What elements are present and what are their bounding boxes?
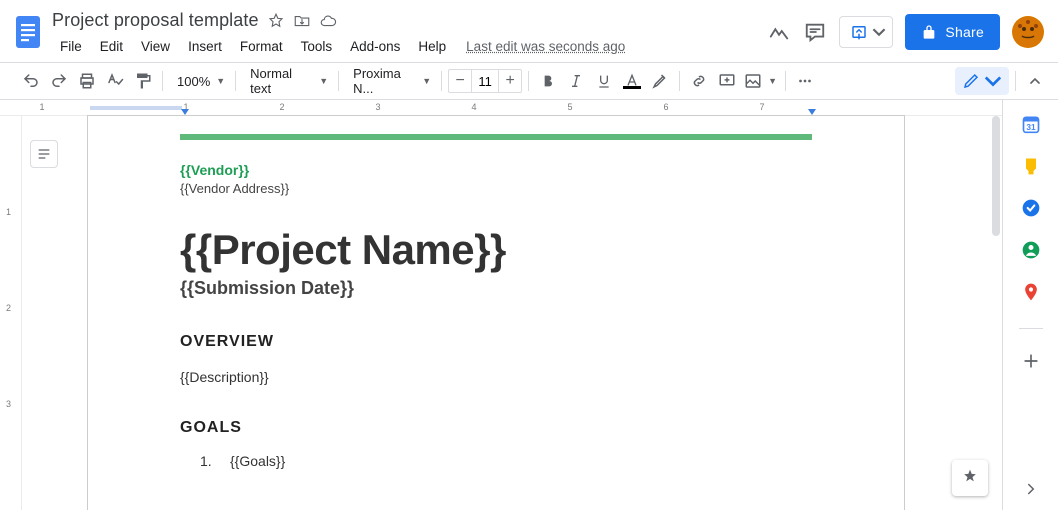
vendor-field[interactable]: {{Vendor}} [180, 162, 812, 178]
goal-field[interactable]: {{Goals}} [230, 453, 285, 469]
toolbar: 100%▼ Normal text▼ Proxima N...▼ − + ▼ [0, 62, 1058, 100]
submission-date-field[interactable]: {{Submission Date}} [180, 278, 812, 299]
ruler-num: 4 [471, 102, 476, 112]
font-size-input[interactable] [471, 70, 499, 92]
menu-tools[interactable]: Tools [293, 35, 341, 58]
menu-format[interactable]: Format [232, 35, 291, 58]
menu-insert[interactable]: Insert [180, 35, 230, 58]
text-color-button[interactable] [619, 73, 645, 89]
side-panel: 31 [1002, 100, 1058, 510]
document-page[interactable]: {{Vendor}} {{Vendor Address}} {{Project … [88, 116, 904, 510]
ruler-num: 5 [567, 102, 572, 112]
style-select[interactable]: Normal text▼ [242, 68, 332, 94]
menu-bar: File Edit View Insert Format Tools Add-o… [48, 31, 767, 62]
zoom-value: 100% [177, 74, 210, 89]
hide-menus-button[interactable] [1022, 68, 1048, 94]
description-field[interactable]: {{Description}} [180, 369, 812, 385]
link-button[interactable] [686, 68, 712, 94]
bold-button[interactable] [535, 68, 561, 94]
menu-file[interactable]: File [52, 35, 90, 58]
goals-heading[interactable]: GOALS [180, 419, 812, 437]
horizontal-ruler[interactable]: 1 1 2 3 4 5 6 7 [0, 100, 1002, 116]
contacts-icon[interactable] [1021, 240, 1041, 260]
ruler-num: 1 [6, 207, 11, 217]
ruler-num: 2 [6, 303, 11, 313]
svg-text:31: 31 [1026, 122, 1036, 132]
font-size-increase[interactable]: + [499, 70, 521, 92]
calendar-icon[interactable]: 31 [1021, 114, 1041, 134]
add-comment-button[interactable] [714, 68, 740, 94]
redo-button[interactable] [46, 68, 72, 94]
underline-button[interactable] [591, 68, 617, 94]
docs-logo[interactable] [8, 12, 48, 52]
goal-number: 1. [200, 453, 216, 469]
ruler-num: 3 [375, 102, 380, 112]
indent-marker[interactable] [181, 109, 189, 115]
spellcheck-button[interactable] [102, 68, 128, 94]
addons-plus-icon[interactable] [1021, 351, 1041, 371]
project-name-field[interactable]: {{Project Name}} [180, 226, 812, 274]
font-value: Proxima N... [353, 66, 416, 96]
move-icon[interactable] [293, 12, 311, 30]
accent-bar [180, 134, 812, 140]
ruler-num: 7 [759, 102, 764, 112]
ruler-num: 6 [663, 102, 668, 112]
menu-help[interactable]: Help [410, 35, 454, 58]
menu-edit[interactable]: Edit [92, 35, 131, 58]
menu-addons[interactable]: Add-ons [342, 35, 408, 58]
star-icon[interactable] [267, 12, 285, 30]
font-size-stepper[interactable]: − + [448, 69, 522, 93]
ruler-num: 1 [39, 102, 44, 112]
more-button[interactable] [792, 68, 818, 94]
activity-icon[interactable] [767, 20, 791, 44]
image-button[interactable]: ▼ [742, 68, 779, 94]
collapse-panel-icon[interactable] [1022, 480, 1040, 498]
app-header: Project proposal template File Edit View… [0, 0, 1058, 62]
style-value: Normal text [250, 66, 313, 96]
paint-format-button[interactable] [130, 68, 156, 94]
font-size-decrease[interactable]: − [449, 70, 471, 92]
tasks-icon[interactable] [1021, 198, 1041, 218]
overview-heading[interactable]: OVERVIEW [180, 333, 812, 351]
right-indent-marker[interactable] [808, 109, 816, 115]
cloud-icon[interactable] [319, 12, 337, 30]
italic-button[interactable] [563, 68, 589, 94]
vertical-ruler[interactable]: 1 2 3 [0, 116, 22, 510]
print-button[interactable] [74, 68, 100, 94]
maps-icon[interactable] [1021, 282, 1041, 302]
comments-icon[interactable] [803, 20, 827, 44]
scrollbar[interactable] [992, 116, 1000, 236]
share-button[interactable]: Share [905, 14, 1000, 50]
canvas: 1 1 2 3 4 5 6 7 1 2 3 [0, 100, 1002, 510]
vendor-address-field[interactable]: {{Vendor Address}} [180, 181, 812, 196]
editing-mode-button[interactable] [955, 67, 1009, 95]
ruler-num: 3 [6, 399, 11, 409]
present-button[interactable] [839, 16, 893, 48]
zoom-select[interactable]: 100%▼ [169, 68, 229, 94]
menu-view[interactable]: View [133, 35, 178, 58]
last-edit-link[interactable]: Last edit was seconds ago [466, 39, 625, 54]
font-select[interactable]: Proxima N...▼ [345, 68, 435, 94]
share-label: Share [945, 24, 984, 40]
ruler-num: 2 [279, 102, 284, 112]
account-avatar[interactable] [1012, 16, 1044, 48]
undo-button[interactable] [18, 68, 44, 94]
doc-title[interactable]: Project proposal template [52, 10, 259, 31]
keep-icon[interactable] [1021, 156, 1041, 176]
outline-button[interactable] [30, 140, 58, 168]
explore-button[interactable] [952, 460, 988, 496]
highlight-button[interactable] [647, 68, 673, 94]
